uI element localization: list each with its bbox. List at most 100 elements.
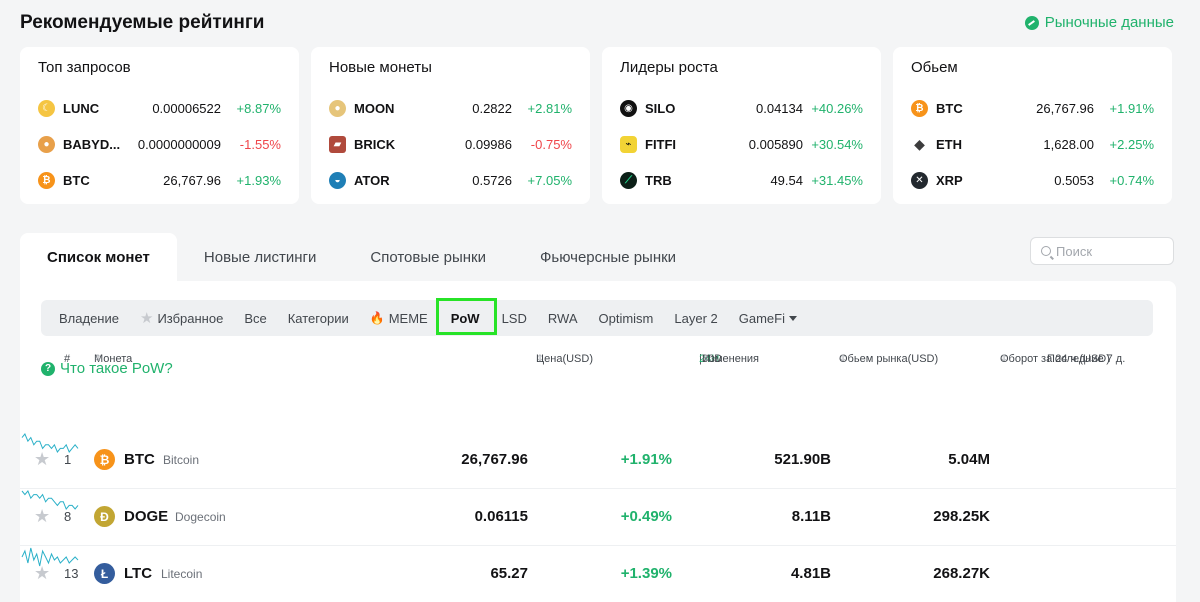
coin-change: +1.91% <box>1109 100 1154 116</box>
table-row[interactable]: ★ 1 ₿ BTC Bitcoin 26,767.96 +1.91% 521.9… <box>20 432 1176 489</box>
coin-change: +8.87% <box>236 100 281 116</box>
coin-name: Litecoin <box>161 567 203 581</box>
coin-symbol: MOON <box>354 100 395 116</box>
card-row[interactable]: ₿ BTC 26,767.96 +1.93% <box>38 162 281 198</box>
volume-24h: 5.04M <box>948 451 990 468</box>
filter-all[interactable]: Все <box>244 311 266 326</box>
filter-categories[interactable]: Категории <box>288 311 349 326</box>
coin-change: +1.93% <box>236 172 281 188</box>
chart-trend-icon <box>1024 15 1039 30</box>
filter-favorites[interactable]: ★ Избранное <box>140 311 223 326</box>
search-input[interactable] <box>1056 243 1166 259</box>
trb-icon: ⟋ <box>620 171 637 189</box>
coin-price: 1,628.00 <box>1043 136 1094 152</box>
table-row[interactable]: ★ 13 Ł LTC Litecoin 65.27 +1.39% 4.81B 2… <box>20 546 1176 602</box>
star-icon[interactable]: ★ <box>34 449 50 470</box>
table-row[interactable]: ★ 8 Ð DOGE Dogecoin 0.06115 +0.49% 8.11B… <box>20 489 1176 546</box>
filter-meme[interactable]: 🔥 MEME <box>370 311 428 326</box>
search-box[interactable] <box>1030 237 1174 265</box>
coin-price: 65.27 <box>490 565 528 582</box>
tab-coin-list[interactable]: Список монет <box>20 233 177 281</box>
col-last-7d: Последние 7 д. <box>1047 353 1126 365</box>
coin-symbol: SILO <box>645 100 676 116</box>
coin-price: 49.54 <box>770 172 803 188</box>
market-cap: 4.81B <box>790 565 831 582</box>
market-data-link[interactable]: Рыночные данные <box>1024 14 1174 31</box>
star-icon: ★ <box>139 309 154 327</box>
search-icon <box>1041 246 1051 256</box>
col-market-cap-label: Обьем рынка(USD) <box>839 353 939 365</box>
card-row[interactable]: ⌁ FITFI 0.005890 +30.54% <box>620 126 863 162</box>
card-row[interactable]: ◉ SILO 0.04134 +40.26% <box>620 90 863 126</box>
card-row[interactable]: ⟋ TRB 49.54 +31.45% <box>620 162 863 198</box>
table-header: # Монета ⇕ Цена(USD) ⇕ 24H | 30D Изменен… <box>20 353 1176 373</box>
coin-symbol: ETH <box>936 136 962 152</box>
filter-holding[interactable]: Владение <box>59 311 119 326</box>
coin-change: +7.05% <box>527 172 572 188</box>
coin-change: +30.54% <box>811 136 863 152</box>
ethereum-icon: ◆ <box>911 135 928 153</box>
filter-lsd[interactable]: LSD <box>502 311 527 326</box>
market-cap: 521.90B <box>774 451 831 468</box>
coin-symbol: LTC <box>124 565 153 582</box>
tab-spot-markets[interactable]: Спотовые рынки <box>343 233 513 281</box>
coin-price: 26,767.96 <box>461 451 528 468</box>
card-row[interactable]: ◆ ETH 1,628.00 +2.25% <box>911 126 1154 162</box>
coin-price: 0.00006522 <box>152 100 221 116</box>
coin-symbol: BTC <box>63 172 90 188</box>
filter-rwa[interactable]: RWA <box>548 311 578 326</box>
tab-futures-markets[interactable]: Фьючерсные рынки <box>513 233 703 281</box>
coin-price: 0.09986 <box>465 136 512 152</box>
xrp-icon: ✕ <box>911 171 928 189</box>
star-icon[interactable]: ★ <box>34 506 50 527</box>
card-row[interactable]: ✕ XRP 0.5053 +0.74% <box>911 162 1154 198</box>
card-row[interactable]: ▰ BRICK 0.09986 -0.75% <box>329 126 572 162</box>
dogecoin-icon: Ð <box>94 506 115 527</box>
filter-layer2[interactable]: Layer 2 <box>674 311 717 326</box>
coin-section: Список монет Новые листинги Спотовые рын… <box>20 233 1176 602</box>
col-change[interactable]: 24H | 30D Изменения ⇕ <box>699 353 759 365</box>
moon-coin-icon: ● <box>329 99 346 117</box>
card-row[interactable]: ☾ LUNC 0.00006522 +8.87% <box>38 90 281 126</box>
coin-change: +1.39% <box>620 565 672 582</box>
coin-name: Bitcoin <box>163 453 200 467</box>
card-top-searches: Топ запросов ☾ LUNC 0.00006522 +8.87% ● … <box>20 47 299 204</box>
sort-icon: ⇕ <box>839 353 847 363</box>
coin-rank: 8 <box>64 509 72 524</box>
card-title: Новые монеты <box>329 59 432 76</box>
card-row[interactable]: ● BABYD... 0.0000000009 -1.55% <box>38 126 281 162</box>
card-row[interactable]: ◒ ATOR 0.5726 +7.05% <box>329 162 572 198</box>
coin-change: -1.55% <box>239 136 281 152</box>
babydoge-icon: ● <box>38 135 55 153</box>
sort-icon: ⇕ <box>94 353 102 363</box>
ranking-cards: Топ запросов ☾ LUNC 0.00006522 +8.87% ● … <box>20 47 1172 204</box>
category-filter-bar: Владение ★ Избранное Все Категории 🔥 MEM… <box>41 300 1153 336</box>
brick-icon: ▰ <box>329 135 346 153</box>
silo-icon: ◉ <box>620 99 637 117</box>
coin-price: 26,767.96 <box>1036 100 1094 116</box>
volume-24h: 268.27K <box>933 565 990 582</box>
filter-optimism[interactable]: Optimism <box>599 311 654 326</box>
col-change-label: Изменения <box>702 353 759 365</box>
coin-price: 0.5726 <box>472 172 512 188</box>
tab-new-listings[interactable]: Новые листинги <box>177 233 343 281</box>
card-row[interactable]: ● MOON 0.2822 +2.81% <box>329 90 572 126</box>
coin-change: +0.74% <box>1109 172 1154 188</box>
coin-price: 26,767.96 <box>163 172 221 188</box>
filter-gamefi[interactable]: GameFi <box>739 311 797 326</box>
bitcoin-icon: ₿ <box>911 99 928 117</box>
coin-change: -0.75% <box>530 136 572 152</box>
coin-symbol: XRP <box>936 172 963 188</box>
star-icon[interactable]: ★ <box>34 563 50 584</box>
col-rank: # <box>64 353 71 365</box>
fire-icon: 🔥 <box>369 311 385 325</box>
fitfi-icon: ⌁ <box>620 135 637 153</box>
coin-change: +31.45% <box>811 172 863 188</box>
coin-name: Dogecoin <box>175 510 226 524</box>
card-row[interactable]: ₿ BTC 26,767.96 +1.91% <box>911 90 1154 126</box>
card-title: Топ запросов <box>38 59 131 76</box>
filter-favorites-label: Избранное <box>157 310 224 326</box>
chevron-down-icon <box>789 315 797 321</box>
coin-symbol: ATOR <box>354 172 390 188</box>
card-volume: Обьем ₿ BTC 26,767.96 +1.91% ◆ ETH 1,628… <box>893 47 1172 204</box>
